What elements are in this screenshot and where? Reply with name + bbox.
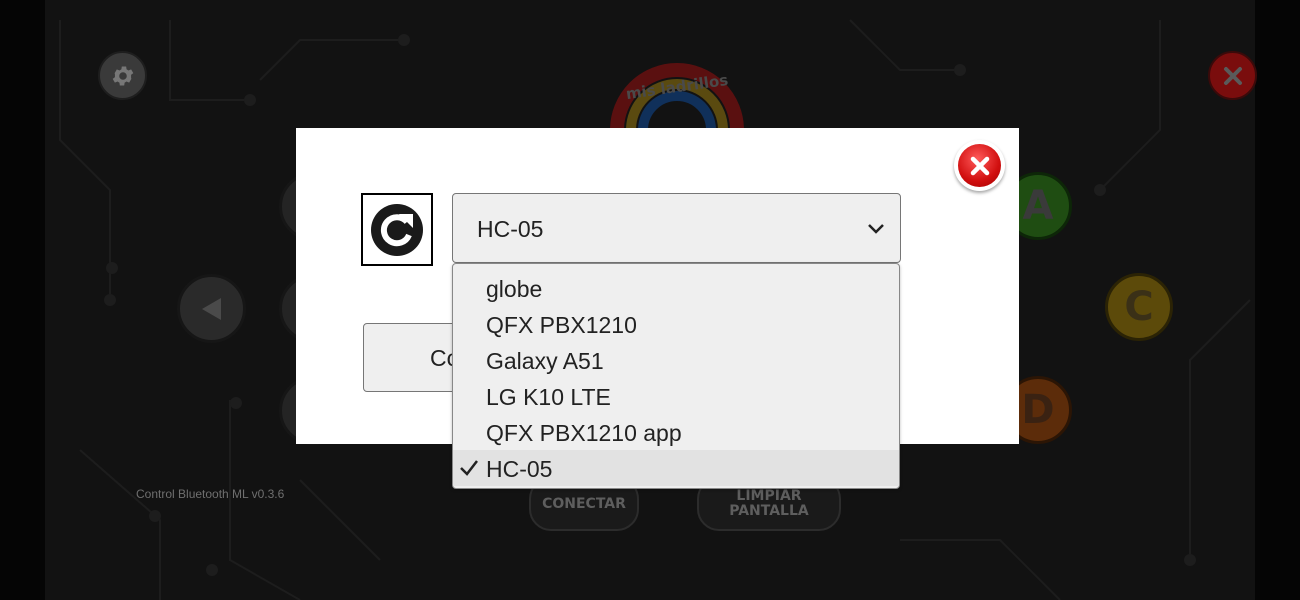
dropdown-option-selected[interactable]: HC-05 — [453, 450, 899, 486]
connect-button[interactable]: Co — [363, 323, 463, 392]
dropdown-option-label: QFX PBX1210 — [486, 312, 637, 338]
dropdown-option-label: LG K10 LTE — [486, 384, 611, 410]
close-icon — [970, 156, 989, 175]
refresh-icon — [371, 203, 423, 256]
dropdown-option-label: Galaxy A51 — [486, 348, 604, 374]
clear-screen-label: LIMPIAR PANTALLA — [729, 489, 809, 519]
dropdown-option-label: HC-05 — [486, 456, 553, 482]
device-select[interactable]: HC-05 — [452, 193, 901, 263]
button-d-label: D — [1021, 387, 1055, 433]
dropdown-option-label: QFX PBX1210 app — [486, 420, 682, 446]
dialog-close-button[interactable] — [954, 140, 1005, 191]
button-c-label: C — [1124, 284, 1154, 330]
arrow-left-icon — [201, 297, 221, 320]
clear-screen-line1: LIMPIAR — [736, 488, 802, 504]
dropdown-option[interactable]: Galaxy A51 — [453, 342, 899, 378]
check-icon — [460, 460, 478, 476]
button-c[interactable]: C — [1105, 273, 1173, 341]
dropdown-option[interactable]: globe — [453, 270, 899, 306]
dropdown-option[interactable]: QFX PBX1210 app — [453, 414, 899, 450]
close-icon — [1223, 66, 1242, 85]
settings-button[interactable] — [98, 51, 147, 100]
gear-icon — [112, 65, 133, 86]
dropdown-option-label: globe — [486, 276, 543, 302]
exit-button[interactable] — [1208, 51, 1257, 100]
clear-screen-line2: PANTALLA — [729, 503, 809, 519]
refresh-button[interactable] — [361, 193, 433, 266]
version-label: Control Bluetooth ML v0.3.6 — [136, 487, 285, 501]
brand-logo: mis ladrillos — [607, 60, 747, 131]
device-select-value: HC-05 — [477, 216, 544, 242]
connect-bg-label: CONECTAR — [542, 495, 626, 512]
chevron-down-icon — [868, 224, 884, 234]
dropdown-option[interactable]: LG K10 LTE — [453, 378, 899, 414]
button-a-label: A — [1022, 183, 1054, 229]
dropdown-option[interactable]: QFX PBX1210 — [453, 306, 899, 342]
left-arrow-button[interactable] — [177, 274, 246, 343]
device-dropdown-list: globe QFX PBX1210 Galaxy A51 LG K10 LTE … — [452, 263, 900, 489]
